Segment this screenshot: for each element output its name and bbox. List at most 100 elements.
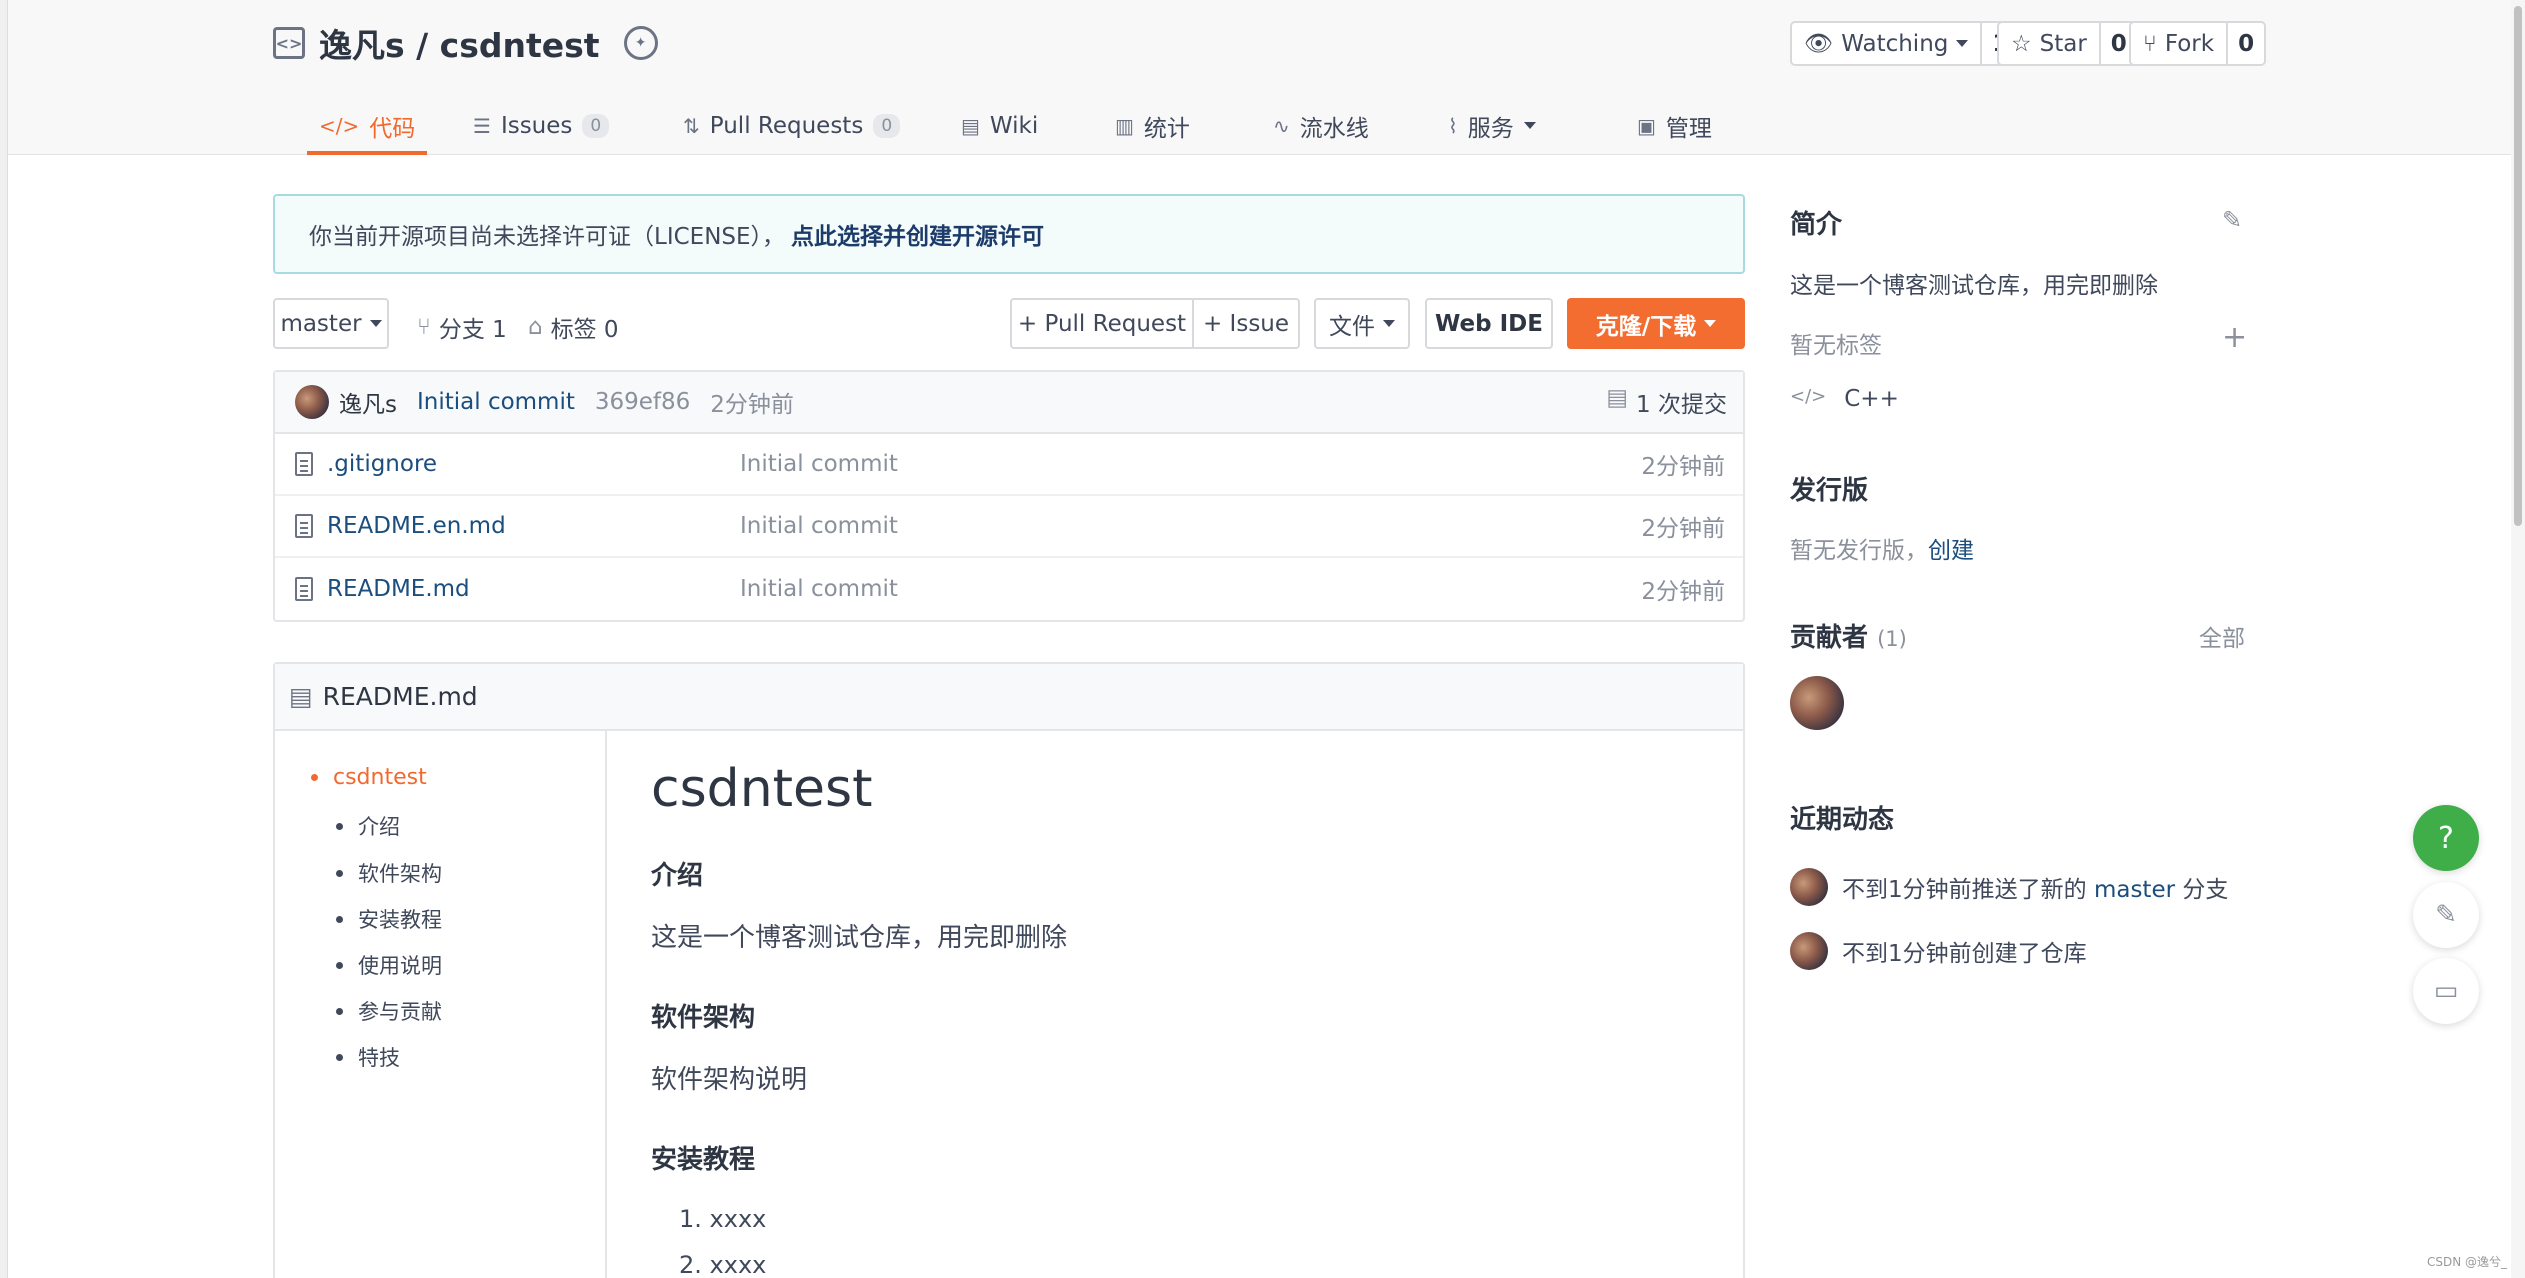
web-ide-button[interactable]: Web IDE — [1425, 298, 1553, 349]
chevron-down-icon — [369, 320, 382, 327]
readme-header: ▤ README.md — [275, 664, 1743, 731]
help-button[interactable]: ? — [2413, 805, 2479, 871]
section-heading: 安装教程 — [651, 1145, 756, 1175]
admin-icon: ▣ — [1637, 113, 1656, 138]
star-button[interactable]: ☆ Star 0 — [1997, 21, 2139, 66]
fork-button[interactable]: ⑂ Fork 0 — [2129, 21, 2267, 66]
language-tag[interactable]: </> C++ — [1790, 386, 1899, 412]
section-heading: 介绍 — [651, 861, 704, 891]
fork-count[interactable]: 0 — [2226, 23, 2264, 64]
add-tag-icon[interactable]: + — [2222, 320, 2247, 355]
clone-download-button[interactable]: 克隆/下载 — [1567, 298, 1745, 349]
file-commit-message[interactable]: Initial commit — [740, 451, 898, 477]
section-heading: 软件架构 — [651, 1003, 756, 1033]
table-row[interactable]: README.md Initial commit 2分钟前 — [275, 558, 1743, 620]
chevron-down-icon — [1704, 320, 1717, 327]
eye-icon: 👁 — [1804, 31, 1834, 57]
avatar[interactable] — [295, 385, 329, 419]
file-time: 2分钟前 — [1641, 454, 1725, 480]
file-menu-button[interactable]: 文件 — [1314, 298, 1410, 349]
toc-item[interactable]: 介绍 — [336, 811, 400, 841]
window-left-edge — [0, 0, 8, 1278]
file-name[interactable]: .gitignore — [327, 451, 437, 477]
section-text: 这是一个博客测试仓库，用完即删除 — [651, 923, 1068, 953]
toc-item[interactable]: 软件架构 — [336, 858, 442, 888]
pipeline-icon: ∿ — [1273, 113, 1290, 138]
feedback-button[interactable]: ✎ — [2413, 882, 2479, 948]
recommend-badge-icon[interactable]: ✦ — [623, 26, 658, 60]
branch-select[interactable]: master — [273, 298, 389, 349]
question-icon: ? — [2438, 820, 2454, 856]
watch-button[interactable]: 👁Watching 1 — [1790, 21, 2021, 66]
repo-name[interactable]: 逸凡s / csdntest — [319, 19, 600, 67]
readme-file-icon: ▤ — [289, 682, 313, 711]
tab-admin[interactable]: ▣ 管理 — [1637, 96, 1712, 155]
chart-icon: ▥ — [1115, 113, 1134, 138]
table-row[interactable]: .gitignore Initial commit 2分钟前 — [275, 434, 1743, 496]
file-name[interactable]: README.en.md — [327, 513, 506, 539]
readme-filename: README.md — [322, 682, 478, 711]
new-issue-button[interactable]: + Issue — [1192, 298, 1300, 349]
release-heading: 发行版 — [1790, 476, 1869, 506]
tab-services[interactable]: ⌇ 服务 — [1448, 96, 1536, 155]
all-contributors-link[interactable]: 全部 — [2199, 619, 2245, 653]
repository-icon: <> — [273, 27, 305, 59]
tab-code[interactable]: </> 代码 — [306, 96, 428, 155]
watermark: CSDN @逸兮_ — [2426, 1255, 2507, 1269]
commit-time: 2分钟前 — [710, 392, 794, 418]
commit-message[interactable]: Initial commit — [417, 389, 575, 415]
activity-item: 不到1分钟前创建了仓库 — [1790, 932, 2087, 970]
avatar[interactable] — [1790, 932, 1828, 970]
file-commit-message[interactable]: Initial commit — [740, 513, 898, 539]
file-icon — [295, 577, 313, 601]
commit-author[interactable]: 逸凡s — [339, 385, 397, 419]
readme-toc: csdntest 介绍 软件架构 安装教程 使用说明 参与贡献 特技 — [275, 731, 607, 1278]
avatar[interactable] — [1790, 676, 1844, 730]
tab-pull-requests[interactable]: ⇅ Pull Requests 0 — [683, 96, 901, 155]
branch-icon: ⑂ — [417, 314, 431, 340]
chevron-down-icon — [1523, 122, 1536, 129]
wiki-icon: ▤ — [961, 113, 980, 138]
no-tags-text: 暂无标签 — [1790, 333, 1882, 359]
commits-count-link[interactable]: ▤ 1 次提交 — [1606, 385, 1727, 419]
create-release-link[interactable]: 创建 — [1928, 538, 1974, 564]
scrollbar-thumb[interactable] — [2514, 6, 2522, 526]
tab-issues[interactable]: ☰ Issues 0 — [473, 96, 610, 155]
toc-item[interactable]: 特技 — [336, 1042, 400, 1072]
code-icon: </> — [319, 113, 360, 138]
pull-request-icon: ⇅ — [683, 113, 700, 138]
file-commit-message[interactable]: Initial commit — [740, 576, 898, 602]
tab-wiki[interactable]: ▤ Wiki — [961, 96, 1038, 155]
file-name[interactable]: README.md — [327, 576, 470, 602]
branch-link[interactable]: master — [2094, 877, 2175, 903]
new-pull-request-button[interactable]: + Pull Request — [1010, 298, 1194, 349]
repo-header: <> 逸凡s / csdntest ✦ 👁Watching 1 ☆Star 0 … — [8, 0, 2511, 155]
license-text: 你当前开源项目尚未选择许可证（LICENSE）， — [309, 224, 786, 250]
tab-stats[interactable]: ▥ 统计 — [1115, 96, 1190, 155]
vertical-scrollbar[interactable] — [2511, 0, 2525, 1278]
issues-icon: ☰ — [473, 113, 491, 138]
commit-sha[interactable]: 369ef86 — [595, 389, 690, 415]
create-license-link[interactable]: 点此选择并创建开源许可 — [791, 217, 1044, 251]
toc-item[interactable]: 安装教程 — [336, 904, 442, 934]
tab-pipeline[interactable]: ∿ 流水线 — [1273, 96, 1369, 155]
intro-heading: 简介 — [1790, 210, 1843, 240]
toc-item[interactable]: csdntest — [311, 765, 427, 790]
chevron-down-icon — [1956, 40, 1969, 47]
license-banner: 你当前开源项目尚未选择许可证（LICENSE）， 点此选择并创建开源许可 — [273, 194, 1745, 274]
chat-button[interactable]: ▭ — [2413, 958, 2479, 1024]
readme-title: csdntest — [651, 759, 873, 819]
toc-item[interactable]: 参与贡献 — [336, 996, 442, 1026]
intro-text: 这是一个博客测试仓库，用完即删除 — [1790, 273, 2158, 299]
table-row[interactable]: README.en.md Initial commit 2分钟前 — [275, 496, 1743, 558]
commit-log-icon: ▤ — [1606, 385, 1629, 411]
edit-icon[interactable]: ✎ — [2222, 206, 2242, 234]
branches-link[interactable]: ⑂ 分支 1 — [417, 310, 507, 344]
file-time: 2分钟前 — [1641, 579, 1725, 605]
activity-item: 不到1分钟前推送了新的 master 分支 — [1790, 868, 2228, 906]
chat-icon: ▭ — [2433, 976, 2459, 1006]
toc-item[interactable]: 使用说明 — [336, 950, 442, 980]
tags-link[interactable]: ⌂ 标签 0 — [528, 310, 619, 344]
avatar[interactable] — [1790, 868, 1828, 906]
repo-title: <> 逸凡s / csdntest ✦ — [273, 18, 658, 68]
